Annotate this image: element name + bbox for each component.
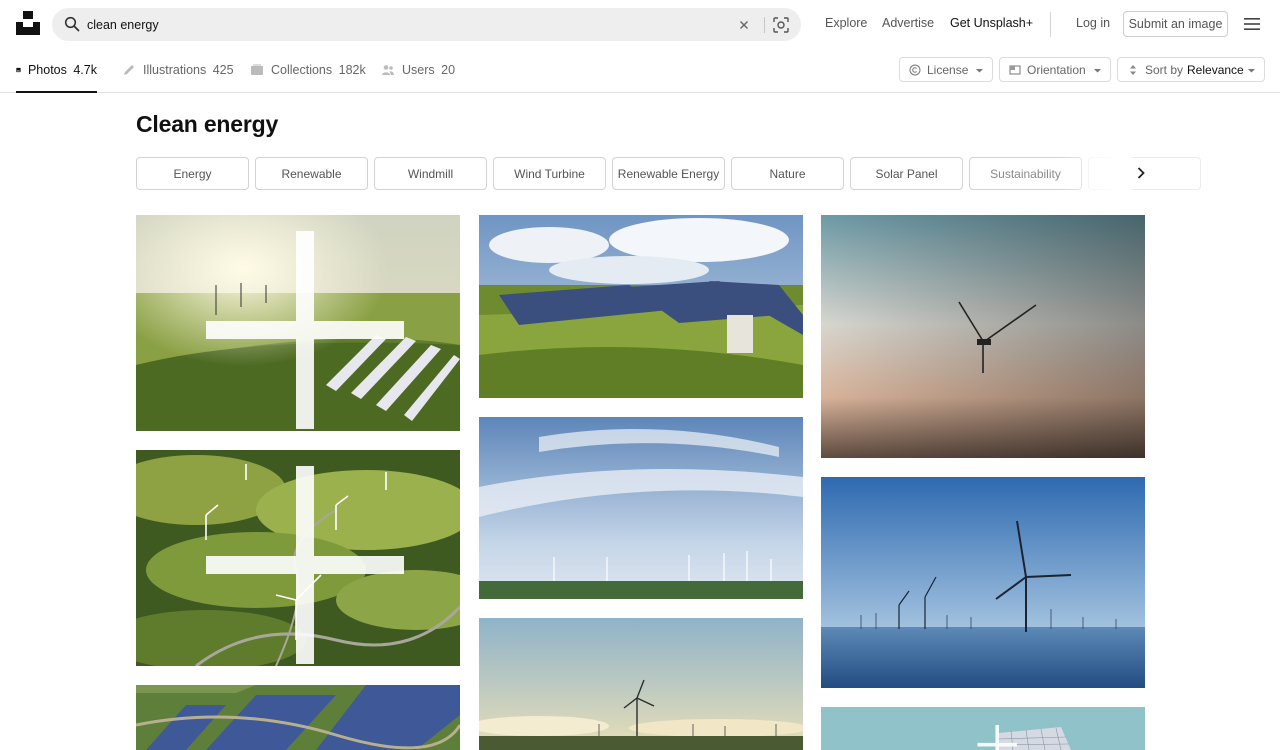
unsplash-plus-icon [206, 231, 404, 429]
chevron-right-icon[interactable] [1132, 164, 1150, 182]
chips-fade-overlay [1060, 155, 1132, 193]
orientation-filter[interactable]: Orientation [999, 57, 1111, 82]
photo-image [821, 477, 1145, 688]
sort-value-label: Relevance [1187, 62, 1244, 77]
tab-collections[interactable]: Collections 182k [250, 48, 366, 92]
nav-explore-link[interactable]: Explore [825, 16, 867, 30]
photo-card[interactable] [136, 450, 460, 666]
submit-image-button[interactable]: Submit an image [1123, 11, 1228, 37]
tab-illustrations-label: Illustrations [143, 63, 207, 77]
page-title: Clean energy [136, 111, 279, 137]
search-icon[interactable] [64, 16, 80, 32]
related-chip-windmill[interactable]: Windmill [374, 157, 487, 190]
sort-icon [1130, 64, 1136, 75]
search-bar [52, 8, 801, 41]
photo-card[interactable] [136, 685, 460, 750]
related-chip-renewable-energy[interactable]: Renewable Energy [612, 157, 725, 190]
photo-image [136, 685, 460, 750]
search-input[interactable] [87, 8, 727, 41]
photo-image [479, 618, 803, 750]
tab-illustrations-count: 425 [212, 63, 234, 77]
tab-illustrations[interactable]: Illustrations 425 [122, 48, 234, 92]
tab-collections-label: Collections [271, 63, 333, 77]
orientation-filter-label: Orientation [1027, 62, 1086, 77]
related-chip-renewable[interactable]: Renewable [255, 157, 368, 190]
orientation-icon [1009, 65, 1021, 74]
tab-photos-count: 4.7k [73, 62, 97, 77]
collection-icon [251, 64, 263, 75]
license-icon [909, 64, 921, 75]
unsplash-plus-icon [206, 466, 404, 664]
photo-card[interactable] [821, 215, 1145, 458]
clear-search-icon[interactable] [736, 17, 752, 33]
related-chip-energy[interactable]: Energy [136, 157, 249, 190]
photo-image [821, 215, 1145, 458]
related-chip-nature[interactable]: Nature [731, 157, 844, 190]
tab-photos-label: Photos [27, 62, 67, 77]
sort-filter[interactable]: Sort by Relevance [1117, 57, 1265, 82]
unsplash-plus-icon [977, 725, 1017, 750]
photo-card[interactable] [136, 215, 460, 431]
pen-icon [124, 65, 134, 75]
header-divider [1050, 12, 1051, 37]
search-divider [764, 17, 765, 33]
tab-collections-count: 182k [338, 63, 366, 77]
license-filter-label: License [927, 62, 969, 77]
photo-image [479, 417, 803, 599]
search-type-tabs: Photos 4.7k Illustrations 425 Collection… [0, 48, 1280, 93]
nav-advertise-link[interactable]: Advertise [882, 16, 934, 30]
hamburger-menu-icon[interactable] [1243, 16, 1261, 32]
tab-photos[interactable]: Photos 4.7k [16, 48, 97, 93]
chevron-down-icon [1248, 69, 1255, 73]
photo-card[interactable] [821, 707, 1145, 750]
unsplash-logo[interactable] [16, 11, 40, 35]
chevron-down-icon [1094, 69, 1101, 73]
chevron-down-icon [976, 69, 983, 73]
photo-image [479, 215, 803, 398]
top-bar: Explore Advertise Get Unsplash+ Log in S… [0, 0, 1280, 48]
related-chip-solar-panel[interactable]: Solar Panel [850, 157, 963, 190]
tab-users-label: Users [402, 63, 435, 77]
users-icon [382, 65, 394, 75]
photo-card[interactable] [821, 477, 1145, 688]
photo-card[interactable] [479, 618, 803, 750]
visual-search-icon[interactable] [772, 16, 790, 34]
nav-get-plus-link[interactable]: Get Unsplash+ [950, 16, 1033, 30]
license-filter[interactable]: License [899, 57, 993, 82]
tab-users[interactable]: Users 20 [381, 48, 455, 92]
login-link[interactable]: Log in [1076, 16, 1110, 30]
tab-users-count: 20 [441, 63, 456, 77]
photo-card[interactable] [479, 215, 803, 398]
photo-card[interactable] [479, 417, 803, 599]
related-chip-wind-turbine[interactable]: Wind Turbine [493, 157, 606, 190]
sort-prefix-label: Sort by [1145, 62, 1184, 77]
photo-icon [16, 67, 21, 72]
